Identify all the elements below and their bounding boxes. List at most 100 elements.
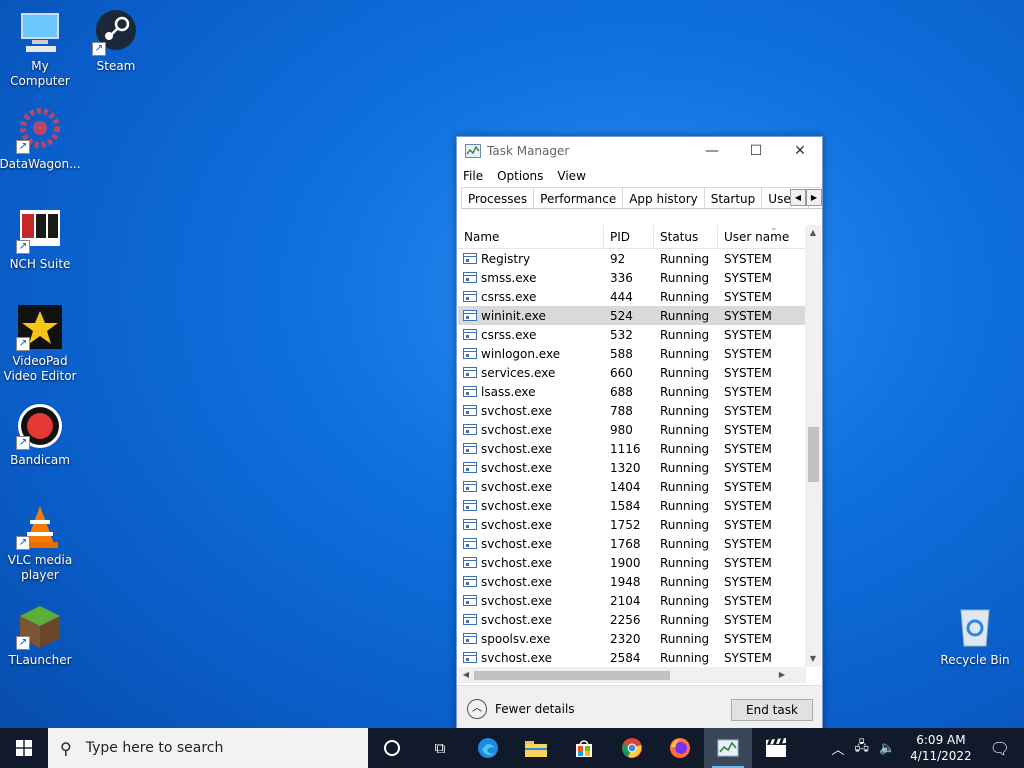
menu-file[interactable]: File [463,169,483,183]
table-row[interactable]: svchost.exe 1948 Running SYSTEM [458,572,806,591]
vertical-scroll-thumb[interactable] [808,427,819,482]
tab-scroll-left-button[interactable]: ◀ [790,189,806,206]
title-bar[interactable]: Task Manager — ☐ ✕ [457,137,822,165]
desktop-icon-tlauncher[interactable]: ↗ TLauncher [0,602,80,668]
process-pid: 444 [610,289,633,304]
process-table: Name PID Status User name ⌄ Registry 92 Ru… [458,225,806,667]
process-name: svchost.exe [481,612,552,627]
task-view-button[interactable]: ⧉ [416,728,464,768]
table-row[interactable]: lsass.exe 688 Running SYSTEM [458,382,806,401]
tab-performance[interactable]: Performance [533,187,624,208]
process-name-cell: svchost.exe [458,499,604,513]
vertical-scrollbar[interactable]: ▲ ▼ [805,225,821,667]
scroll-up-icon[interactable]: ▲ [805,225,821,241]
column-header-user-name-label: User name [724,230,790,244]
process-name: svchost.exe [481,593,552,608]
desktop-icon-vlc[interactable]: ↗ VLC media player [0,502,80,583]
minimize-button[interactable]: — [690,137,734,165]
desktop-icon-nch-suite[interactable]: ↗ NCH Suite [0,206,80,272]
column-header-name[interactable]: Name [458,225,604,248]
taskbar-task-manager[interactable] [704,728,752,768]
table-row[interactable]: svchost.exe 1116 Running SYSTEM [458,439,806,458]
network-icon[interactable]: 🖧 [854,737,869,759]
process-icon [463,614,477,625]
tab-app-history[interactable]: App history [622,187,705,208]
start-button[interactable] [0,728,48,768]
menu-options[interactable]: Options [497,169,543,183]
desktop-icon-datawagon[interactable]: ↗ DataWagon... [0,106,81,172]
process-name: svchost.exe [481,422,552,437]
table-row[interactable]: svchost.exe 1900 Running SYSTEM [458,553,806,572]
fewer-details-button[interactable]: ︿ Fewer details [467,699,575,719]
process-name: svchost.exe [481,460,552,475]
process-user: SYSTEM [724,327,772,342]
windows-logo-icon [16,740,32,756]
taskbar-chrome[interactable] [608,728,656,768]
table-row[interactable]: services.exe 660 Running SYSTEM [458,363,806,382]
table-row[interactable]: Registry 92 Running SYSTEM [458,249,806,268]
process-status: Running [660,650,710,665]
column-header-status[interactable]: Status [654,225,718,248]
notification-icon[interactable]: 🗨 [990,739,1010,758]
desktop-icon-recycle-bin[interactable]: Recycle Bin [935,602,1015,668]
process-status: Running [660,346,710,361]
taskbar-edge[interactable] [464,728,512,768]
table-row[interactable]: svchost.exe 1768 Running SYSTEM [458,534,806,553]
column-header-user-name[interactable]: User name ⌄ [718,225,806,248]
table-row[interactable]: svchost.exe 1584 Running SYSTEM [458,496,806,515]
column-header-pid[interactable]: PID [604,225,654,248]
process-status: Running [660,289,710,304]
scroll-down-icon[interactable]: ▼ [805,651,821,667]
maximize-button[interactable]: ☐ [734,137,778,165]
table-row[interactable]: svchost.exe 1404 Running SYSTEM [458,477,806,496]
taskbar-search-box[interactable]: ⚲ Type here to search [48,728,368,768]
volume-icon[interactable]: 🔈 [879,741,895,756]
process-name-cell: csrss.exe [458,328,604,342]
process-user: SYSTEM [724,365,772,380]
desktop-icon-my-computer[interactable]: My Computer [0,8,80,89]
process-icon [463,652,477,663]
horizontal-scrollbar[interactable]: ◀ ▶ [458,667,806,683]
scroll-right-icon[interactable]: ▶ [774,667,790,683]
table-header: Name PID Status User name ⌄ [458,225,806,249]
table-row[interactable]: svchost.exe 2584 Running SYSTEM [458,648,806,667]
process-icon [463,348,477,359]
desktop-icon-bandicam[interactable]: ↗ Bandicam [0,402,80,468]
chevron-up-icon[interactable]: ︿ [831,739,844,758]
tab-scroll-right-button[interactable]: ▶ [806,189,822,206]
table-row[interactable]: spoolsv.exe 2320 Running SYSTEM [458,629,806,648]
table-row[interactable]: svchost.exe 788 Running SYSTEM [458,401,806,420]
menu-view[interactable]: View [557,169,585,183]
cortana-button[interactable] [368,728,416,768]
close-button[interactable]: ✕ [778,137,822,165]
process-icon [463,443,477,454]
process-user: SYSTEM [724,517,772,532]
tab-processes[interactable]: Processes [461,187,535,208]
clock[interactable]: 6:09 AM 4/11/2022 [910,732,972,764]
horizontal-scroll-thumb[interactable] [474,671,670,680]
table-row[interactable]: smss.exe 336 Running SYSTEM [458,268,806,287]
desktop-icon-steam[interactable]: ↗ Steam [76,8,156,74]
table-row[interactable]: svchost.exe 2104 Running SYSTEM [458,591,806,610]
taskbar-store[interactable] [560,728,608,768]
table-row[interactable]: csrss.exe 444 Running SYSTEM [458,287,806,306]
table-row[interactable]: svchost.exe 980 Running SYSTEM [458,420,806,439]
end-task-button[interactable]: End task [731,699,813,721]
cortana-circle-icon [384,740,400,756]
taskbar-file-explorer[interactable] [512,728,560,768]
table-row[interactable]: svchost.exe 1320 Running SYSTEM [458,458,806,477]
process-status: Running [660,593,710,608]
table-body: Registry 92 Running SYSTEM smss.exe 336 Runnin… [458,249,806,667]
desktop-icon-videopad[interactable]: ↗ VideoPad Video Editor [0,303,80,384]
maximize-icon: ☐ [749,143,763,159]
taskbar-video-app[interactable] [752,728,800,768]
table-row[interactable]: svchost.exe 1752 Running SYSTEM [458,515,806,534]
table-row[interactable]: csrss.exe 532 Running SYSTEM [458,325,806,344]
tab-startup[interactable]: Startup [703,187,763,208]
desktop-icon-label: My Computer [10,59,70,88]
scroll-left-icon[interactable]: ◀ [458,667,474,683]
table-row[interactable]: svchost.exe 2256 Running SYSTEM [458,610,806,629]
table-row[interactable]: wininit.exe 524 Running SYSTEM [458,306,806,325]
table-row[interactable]: winlogon.exe 588 Running SYSTEM [458,344,806,363]
taskbar-firefox[interactable] [656,728,704,768]
